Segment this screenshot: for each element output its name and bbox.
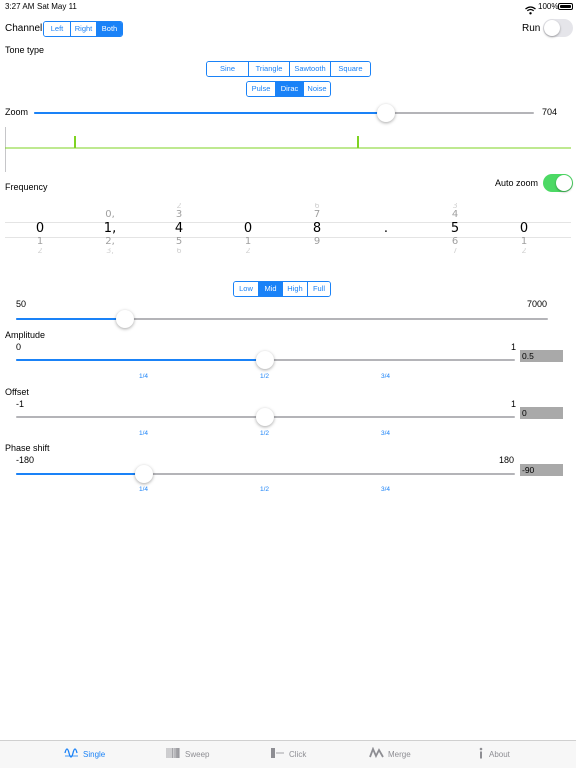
frequency-label: Frequency <box>5 182 48 192</box>
tone-pulse[interactable]: Pulse <box>247 82 275 96</box>
frequency-decimal-point: . <box>383 221 389 236</box>
zoom-slider-fill <box>34 112 386 114</box>
offset-mark-quarter[interactable]: 1/4 <box>139 430 148 437</box>
phase-shift-slider-thumb[interactable] <box>135 465 153 483</box>
status-date: Sat May 11 <box>37 2 77 11</box>
range-low[interactable]: Low <box>234 282 258 296</box>
phase-shift-min: -180 <box>16 455 35 465</box>
status-battery-percent: 100% <box>538 2 559 11</box>
phase-shift-mark-three-quarter[interactable]: 3/4 <box>381 486 390 493</box>
offset-label: Offset <box>5 387 29 397</box>
auto-zoom-label: Auto zoom <box>495 178 539 188</box>
tone-type-control-row2: Pulse Dirac Noise <box>246 81 331 97</box>
channel-label: Channel <box>5 23 43 34</box>
frequency-min: 50 <box>16 299 27 309</box>
sweep-icon <box>166 747 181 761</box>
info-icon <box>477 747 485 761</box>
frequency-range-control: Low Mid High Full <box>233 281 331 297</box>
frequency-wheel-3[interactable]: 23456 <box>168 203 190 254</box>
tone-square[interactable]: Square <box>330 62 370 76</box>
phase-shift-slider-fill <box>16 473 144 475</box>
amplitude-label: Amplitude <box>5 330 46 340</box>
tab-merge[interactable]: Merge <box>369 746 411 761</box>
range-mid[interactable]: Mid <box>258 282 282 296</box>
channel-segmented-control: Left Right Both <box>43 21 123 37</box>
auto-zoom-toggle-knob <box>556 175 572 191</box>
channel-left[interactable]: Left <box>44 22 70 36</box>
offset-mark-half[interactable]: 1/2 <box>260 430 269 437</box>
tab-about-label: About <box>489 749 510 759</box>
frequency-slider-thumb[interactable] <box>116 310 134 328</box>
channel-right[interactable]: Right <box>70 22 96 36</box>
phase-shift-label: Phase shift <box>5 443 50 453</box>
phase-shift-mark-quarter[interactable]: 1/4 <box>139 486 148 493</box>
picker-selection-line-bottom <box>5 237 571 238</box>
battery-icon <box>558 3 573 10</box>
tab-sweep-label: Sweep <box>185 749 210 759</box>
channel-both[interactable]: Both <box>96 22 122 36</box>
picker-selection-line-top <box>5 222 571 223</box>
tab-bar: Single Sweep Click Merge About <box>0 740 576 768</box>
amplitude-max: 1 <box>511 342 517 352</box>
frequency-wheel-1[interactable]: 012 <box>29 203 51 254</box>
tone-type-label: Tone type <box>5 45 45 55</box>
frequency-wheel-4[interactable]: 012 <box>237 203 259 254</box>
offset-slider-thumb[interactable] <box>256 408 274 426</box>
range-full[interactable]: Full <box>307 282 330 296</box>
frequency-wheel-5[interactable]: 6789 <box>306 203 328 254</box>
merge-icon <box>369 746 384 761</box>
phase-shift-value-field[interactable]: -90 <box>520 464 563 476</box>
amplitude-slider-fill <box>16 359 265 361</box>
tone-sawtooth[interactable]: Sawtooth <box>289 62 330 76</box>
tone-triangle[interactable]: Triangle <box>248 62 289 76</box>
run-toggle[interactable] <box>543 19 573 37</box>
tab-click[interactable]: Click <box>270 747 306 761</box>
waveform-icon <box>64 747 79 761</box>
frequency-picker: 012 0, 1, 2, 3, 23456 012 6789 . 34567 012 <box>0 203 576 255</box>
tone-dirac[interactable]: Dirac <box>275 82 303 96</box>
amplitude-value-field[interactable]: 0.5 <box>520 350 563 362</box>
frequency-wheel-7[interactable]: 012 <box>513 203 535 254</box>
frequency-wheel-6[interactable]: 34567 <box>444 203 466 254</box>
offset-mark-three-quarter[interactable]: 3/4 <box>381 430 390 437</box>
tab-single-label: Single <box>83 749 106 759</box>
phase-shift-mark-half[interactable]: 1/2 <box>260 486 269 493</box>
offset-max: 1 <box>511 399 517 409</box>
frequency-slider-fill <box>16 318 125 320</box>
amplitude-mark-quarter[interactable]: 1/4 <box>139 373 148 380</box>
zoom-slider-thumb[interactable] <box>377 104 395 122</box>
click-icon <box>270 747 285 761</box>
waveform-display <box>4 127 571 172</box>
phase-shift-max: 180 <box>499 455 515 465</box>
zoom-value: 704 <box>542 107 558 117</box>
frequency-wheel-2[interactable]: 0, 1, 2, 3, <box>99 203 121 254</box>
tone-noise[interactable]: Noise <box>303 82 330 96</box>
run-label: Run <box>522 23 541 34</box>
tone-sine[interactable]: Sine <box>207 62 248 76</box>
amplitude-min: 0 <box>16 342 22 352</box>
range-high[interactable]: High <box>282 282 307 296</box>
amplitude-mark-half[interactable]: 1/2 <box>260 373 269 380</box>
auto-zoom-toggle[interactable] <box>543 174 573 192</box>
status-time: 3:27 AM <box>5 2 35 11</box>
tab-single[interactable]: Single <box>64 747 105 761</box>
zoom-label: Zoom <box>5 107 29 117</box>
tab-click-label: Click <box>289 749 307 759</box>
amplitude-mark-three-quarter[interactable]: 3/4 <box>381 373 390 380</box>
run-toggle-knob <box>544 20 560 36</box>
tab-about[interactable]: About <box>477 747 510 761</box>
amplitude-slider-thumb[interactable] <box>256 351 274 369</box>
offset-min: -1 <box>16 399 25 409</box>
frequency-max: 7000 <box>527 299 548 309</box>
tab-merge-label: Merge <box>388 749 411 759</box>
tab-sweep[interactable]: Sweep <box>166 747 209 761</box>
offset-value-field[interactable]: 0 <box>520 407 563 419</box>
tone-type-control-row1: Sine Triangle Sawtooth Square <box>206 61 371 77</box>
wifi-icon <box>525 2 536 15</box>
